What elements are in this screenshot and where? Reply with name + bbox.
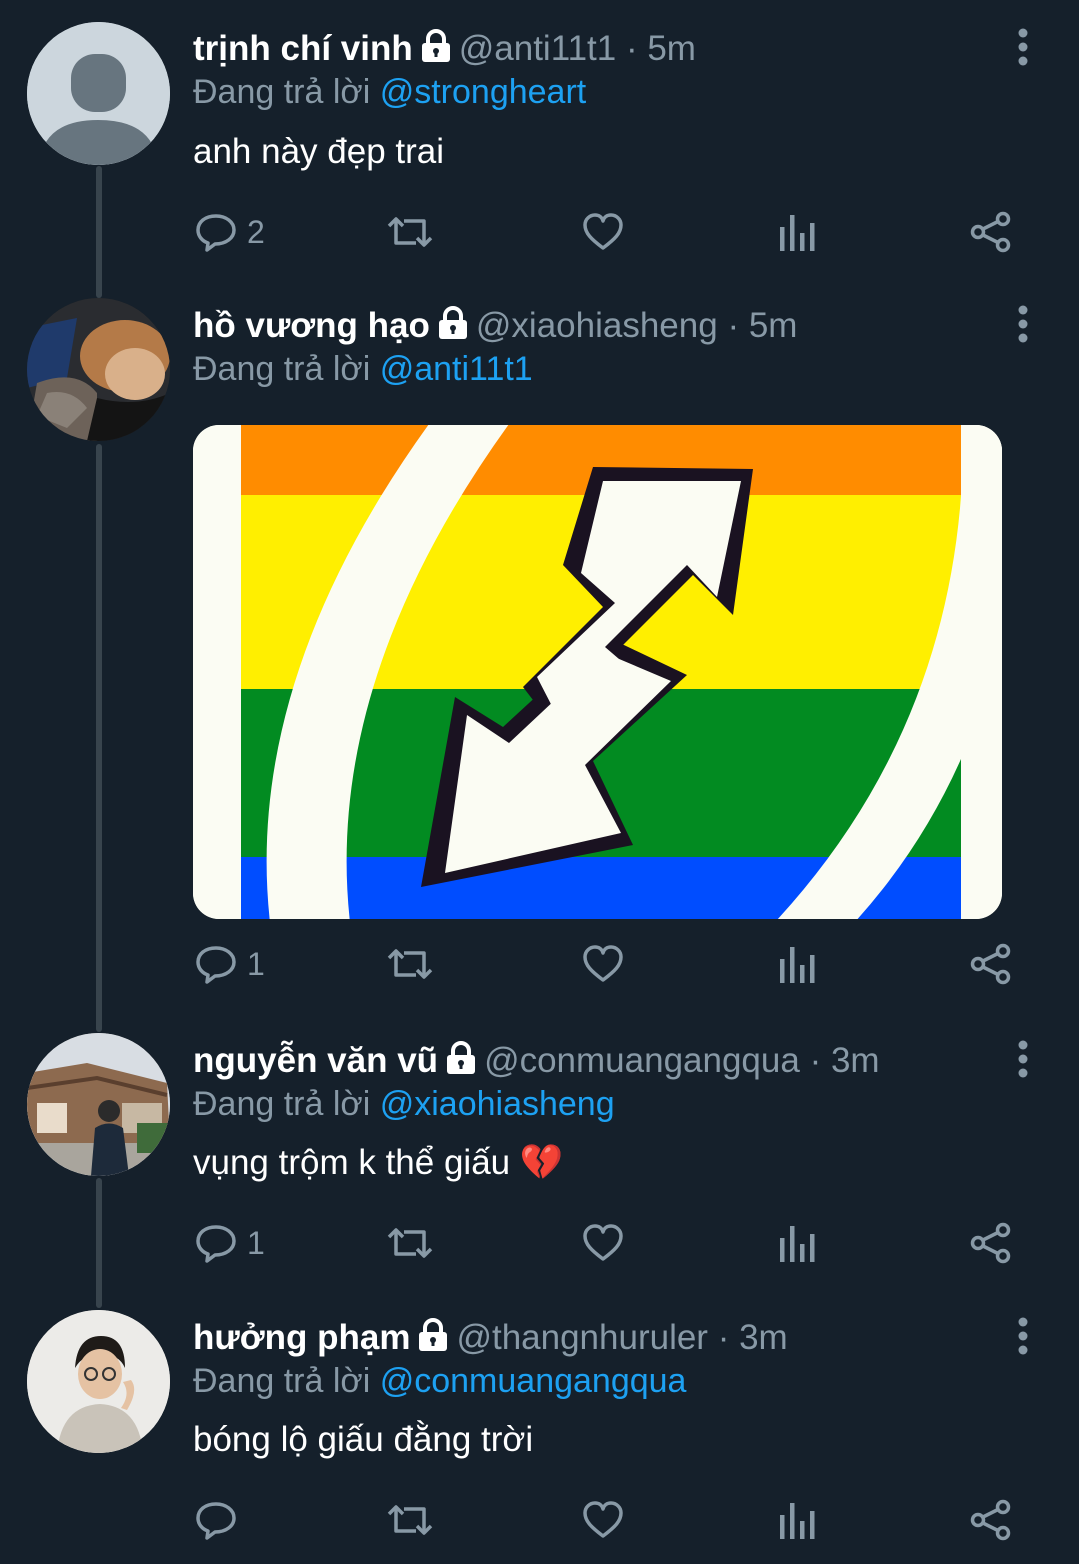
tweet[interactable]: hưởng phạm @thangnhuruler · 3m Đang trả l…: [0, 0, 1079, 1564]
replying-prefix: Đang trả lời: [193, 1362, 371, 1400]
heart-icon: [583, 1501, 623, 1538]
user-handle[interactable]: @thangnhuruler: [456, 1318, 708, 1357]
user-photo-avatar: [27, 1310, 170, 1453]
analytics-button[interactable]: [778, 1495, 816, 1545]
lock-icon: [416, 1318, 450, 1362]
tweet-text: bóng lộ giấu đằng trời: [193, 1420, 534, 1459]
share-button[interactable]: [970, 1495, 1012, 1545]
separator-dot: ·: [717, 1318, 730, 1357]
display-name[interactable]: hưởng phạm: [193, 1318, 410, 1357]
replying-to: Đang trả lời @conmuangangqua: [193, 1360, 686, 1402]
analytics-icon: [780, 1503, 815, 1539]
timestamp[interactable]: 3m: [739, 1318, 788, 1357]
tweet-header: hưởng phạm @thangnhuruler · 3m: [193, 1317, 788, 1362]
retweet-button[interactable]: [386, 1495, 434, 1545]
mention-link[interactable]: @conmuangangqua: [380, 1362, 687, 1400]
reply-button[interactable]: [195, 1495, 247, 1545]
reply-icon: [196, 1502, 236, 1540]
avatar[interactable]: [27, 1310, 170, 1453]
retweet-icon: [387, 1505, 433, 1535]
more-options-icon[interactable]: [1008, 1317, 1038, 1357]
action-bar: [0, 1495, 1079, 1545]
share-icon: [970, 1499, 1011, 1541]
like-button[interactable]: [582, 1495, 624, 1545]
